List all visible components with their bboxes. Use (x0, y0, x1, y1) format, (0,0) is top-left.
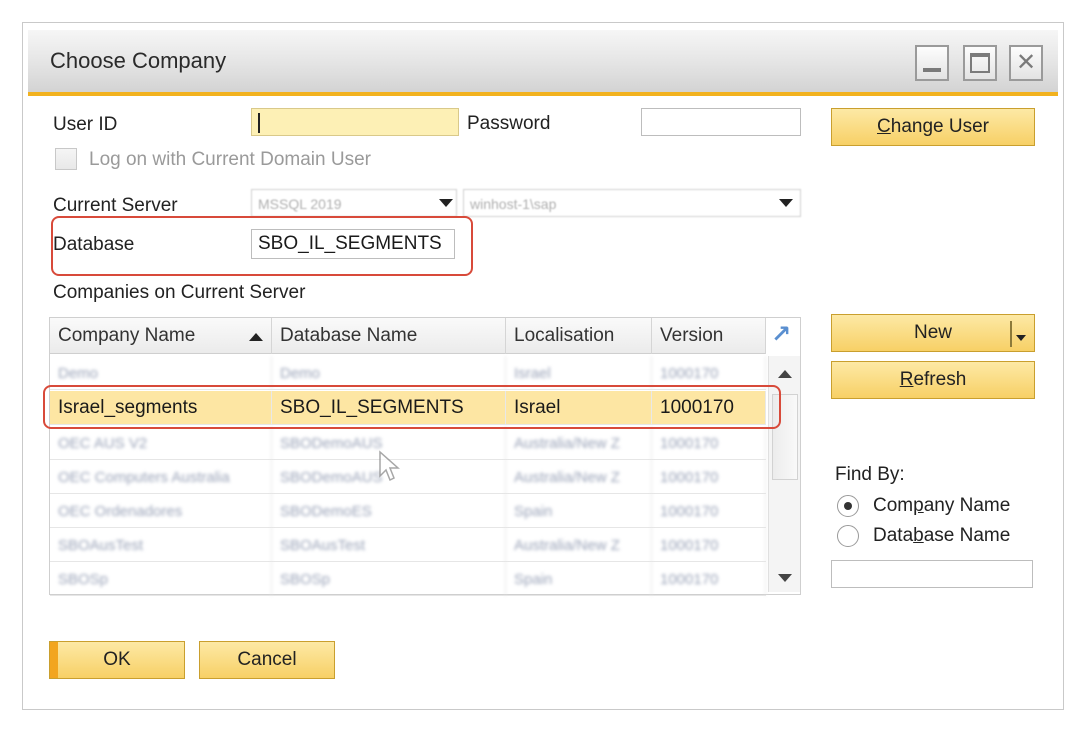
mouse-cursor-icon (379, 450, 400, 482)
user-id-field[interactable] (251, 108, 459, 136)
server-name-select[interactable]: winhost-1\sap (463, 189, 801, 217)
table-row[interactable]: SBOAusTest SBOAusTest Australia/New Z 10… (50, 528, 766, 562)
text-caret (258, 112, 260, 133)
expand-arrow-icon[interactable]: ↗ (766, 320, 796, 350)
table-header: Company Name Database Name Localisation … (50, 318, 766, 354)
column-header-localisation[interactable]: Localisation (506, 318, 652, 354)
column-header-version[interactable]: Version (652, 318, 766, 354)
find-by-label: Find By: (835, 464, 905, 485)
cell-version: 1000170 (652, 460, 766, 494)
cell-database: SBOAusTest (272, 528, 506, 562)
cell-company: SBOAusTest (50, 528, 272, 562)
window-title: Choose Company (50, 48, 227, 73)
cell-company: OEC Computers Australia (50, 460, 272, 494)
maximize-icon[interactable] (963, 45, 997, 81)
cell-company: Israel_segments (50, 391, 272, 425)
server-type-select[interactable]: MSSQL 2019 (251, 189, 457, 217)
cell-version: 1000170 (652, 356, 766, 390)
title-bar[interactable]: Choose Company ✕ (28, 30, 1058, 96)
radio-company-name[interactable] (837, 495, 859, 517)
scroll-up-icon[interactable] (778, 370, 792, 378)
table-row[interactable]: Demo Demo Israel 1000170 (50, 356, 766, 390)
password-field[interactable] (641, 108, 801, 136)
cell-company: OEC Ordenadores (50, 494, 272, 528)
cell-database: Demo (272, 356, 506, 390)
cell-database: SBOSp (272, 562, 506, 596)
cell-version: 1000170 (652, 528, 766, 562)
sort-ascending-icon (249, 333, 263, 341)
user-id-label: User ID (53, 114, 118, 135)
change-user-button[interactable]: Change User (831, 108, 1035, 146)
scroll-down-icon[interactable] (778, 574, 792, 582)
refresh-button[interactable]: Refresh (831, 361, 1035, 399)
cell-version: 1000170 (652, 426, 766, 460)
cell-database: SBODemoES (272, 494, 506, 528)
minimize-icon[interactable] (915, 45, 949, 81)
ok-button[interactable]: OK (49, 641, 185, 679)
companies-table: Company Name Database Name Localisation … (49, 317, 801, 596)
chevron-down-icon[interactable] (1016, 335, 1026, 341)
database-label: Database (53, 234, 135, 255)
scroll-thumb[interactable] (772, 394, 798, 480)
cell-localisation: Spain (506, 562, 652, 596)
find-by-search-input[interactable] (831, 560, 1033, 588)
cancel-button[interactable]: Cancel (199, 641, 335, 679)
current-server-label: Current Server (53, 195, 178, 216)
table-row[interactable]: OEC Ordenadores SBODemoES Spain 1000170 (50, 494, 766, 528)
cell-company: Demo (50, 356, 272, 390)
cell-localisation: Israel (506, 356, 652, 390)
vertical-scrollbar[interactable] (768, 356, 800, 592)
table-row[interactable]: OEC Computers Australia SBODemoAUS Austr… (50, 460, 766, 494)
column-header-company-name[interactable]: Company Name (50, 318, 272, 354)
password-label: Password (467, 113, 551, 134)
table-row-selected[interactable]: Israel_segments SBO_IL_SEGMENTS Israel 1… (50, 391, 766, 425)
cell-localisation: Australia/New Z (506, 528, 652, 562)
cell-localisation: Australia/New Z (506, 460, 652, 494)
table-row[interactable]: OEC AUS V2 SBODemoAUS Australia/New Z 10… (50, 426, 766, 460)
cell-localisation: Israel (506, 391, 652, 425)
logon-domain-label: Log on with Current Domain User (89, 149, 371, 170)
logon-domain-checkbox[interactable] (55, 148, 77, 170)
column-header-database-name[interactable]: Database Name (272, 318, 506, 354)
choose-company-dialog: Choose Company ✕ User ID Password Change… (22, 22, 1064, 710)
companies-section-label: Companies on Current Server (53, 282, 306, 303)
chevron-down-icon[interactable] (439, 199, 453, 207)
cell-company: SBOSp (50, 562, 272, 596)
cell-localisation: Australia/New Z (506, 426, 652, 460)
new-button[interactable]: New (831, 314, 1035, 352)
default-indicator (50, 642, 58, 678)
radio-database-name-label: Database Name (873, 525, 1011, 546)
cell-localisation: Spain (506, 494, 652, 528)
cell-version: 1000170 (652, 562, 766, 596)
table-row[interactable]: SBOSp SBOSp Spain 1000170 (50, 562, 766, 596)
radio-company-name-label: Company Name (873, 495, 1011, 516)
database-field[interactable]: SBO_IL_SEGMENTS (251, 229, 455, 259)
cell-company: OEC AUS V2 (50, 426, 272, 460)
cell-version: 1000170 (652, 494, 766, 528)
close-icon[interactable]: ✕ (1009, 45, 1043, 81)
cell-database: SBO_IL_SEGMENTS (272, 391, 506, 425)
chevron-down-icon[interactable] (779, 199, 793, 207)
radio-database-name[interactable] (837, 525, 859, 547)
split-divider (1010, 321, 1012, 347)
cell-version: 1000170 (652, 391, 766, 425)
